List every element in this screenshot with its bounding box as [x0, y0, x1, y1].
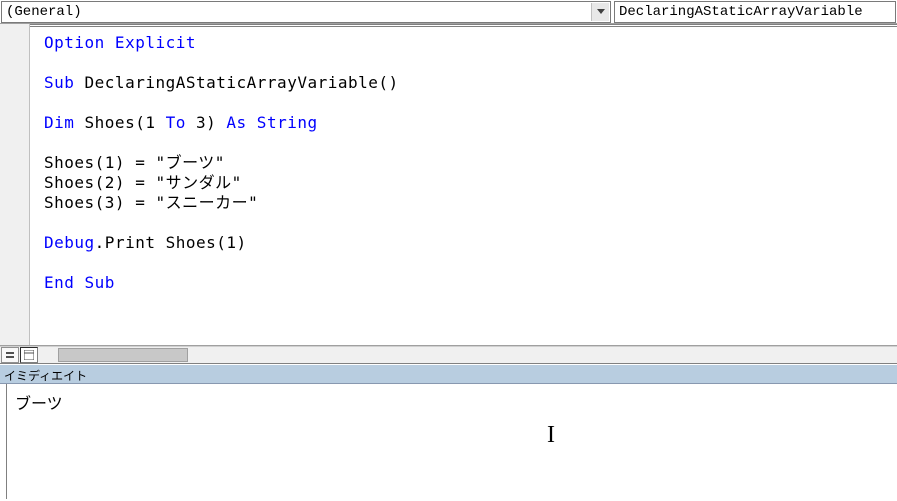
procedure-dropdown[interactable]: DeclaringAStaticArrayVariable — [614, 1, 896, 23]
code-text: End Sub — [44, 273, 115, 292]
code-editor[interactable]: Option Explicit Sub DeclaringAStaticArra… — [30, 24, 897, 345]
immediate-window-title: イミディエイト — [0, 364, 897, 384]
immediate-output-line: ブーツ — [15, 390, 889, 414]
code-text: Debug — [44, 233, 95, 252]
code-text: Shoes(3) = "スニーカー" — [44, 193, 258, 212]
text-cursor-icon: I — [547, 422, 555, 449]
object-dropdown[interactable]: (General) — [1, 1, 611, 23]
declaration-separator — [30, 26, 897, 27]
object-dropdown-value: (General) — [2, 4, 82, 20]
margin-indicator-bar — [0, 24, 30, 345]
code-text: Sub — [44, 73, 85, 92]
code-text: Shoes(2) = "サンダル" — [44, 173, 242, 192]
immediate-title-text: イミディエイト — [4, 370, 87, 384]
full-module-view-button[interactable] — [20, 347, 38, 363]
code-text: Shoes(1 — [85, 113, 166, 132]
scrollbar-thumb[interactable] — [58, 348, 188, 362]
view-mode-bar — [0, 346, 897, 364]
horizontal-scrollbar[interactable] — [40, 347, 897, 363]
code-text: 3) — [196, 113, 226, 132]
procedure-view-button[interactable] — [1, 347, 19, 363]
code-text: As String — [226, 113, 317, 132]
code-text: Dim — [44, 113, 85, 132]
code-pane-wrap: Option Explicit Sub DeclaringAStaticArra… — [0, 24, 897, 346]
immediate-input[interactable]: ブーツ I — [6, 384, 897, 499]
code-text: Option Explicit — [44, 33, 196, 52]
code-text: To — [166, 113, 196, 132]
code-text: .Print — [95, 233, 166, 252]
code-text: DeclaringAStaticArrayVariable() — [85, 73, 399, 92]
object-procedure-bar: (General) DeclaringAStaticArrayVariable — [0, 0, 897, 24]
code-text: Shoes(1) = "ブーツ" — [44, 153, 225, 172]
code-text: Shoes(1) — [166, 233, 247, 252]
procedure-dropdown-value: DeclaringAStaticArrayVariable — [619, 4, 863, 20]
immediate-window: ブーツ I — [0, 384, 897, 499]
chevron-down-icon[interactable] — [591, 3, 609, 21]
